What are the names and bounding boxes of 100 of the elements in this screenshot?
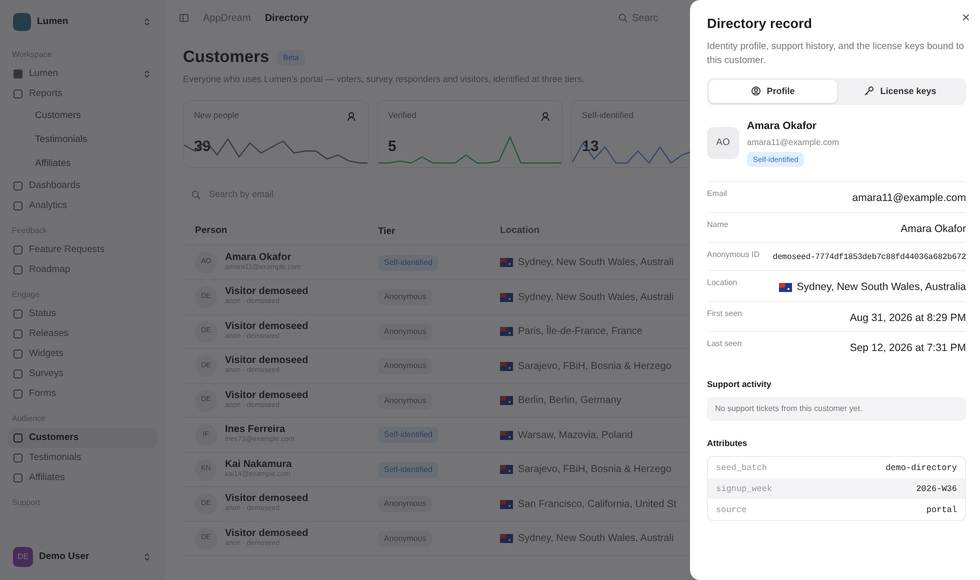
- search-icon: [191, 190, 201, 200]
- field-label: Email: [707, 188, 728, 200]
- stat-label: New people: [194, 109, 239, 122]
- flag-icon: [500, 430, 513, 440]
- field-value: Sep 12, 2026 at 7:31 PM: [850, 341, 966, 356]
- user-avatar: DE: [13, 547, 33, 567]
- nav-item[interactable]: Reports: [8, 84, 157, 104]
- section-heading: Attributes: [707, 436, 748, 450]
- attribute-value: portal: [926, 504, 957, 515]
- location-text: Warsaw, Mazovia, Poland: [518, 428, 633, 443]
- location-text: Sarajevo, FBiH, Bosnia & Herzego: [518, 360, 672, 374]
- field-label: Last seen: [707, 338, 742, 350]
- person-name: Visitor demoseed: [225, 528, 308, 539]
- chevron-updown-icon: [142, 552, 152, 562]
- location-text: Sydney, New South Wales, Australi: [518, 290, 674, 305]
- location-text: Berlin, Berlin, Germany: [518, 394, 622, 408]
- nav-item[interactable]: Surveys: [8, 364, 157, 384]
- attribute-key: signup_week: [716, 482, 772, 494]
- project-switcher[interactable]: Lumen: [8, 64, 157, 84]
- square-icon: [13, 69, 23, 79]
- person-icon: [347, 111, 358, 122]
- column-header: Location: [500, 224, 540, 238]
- tab[interactable]: Profile: [709, 80, 836, 104]
- person-name: Visitor demoseed: [225, 320, 308, 332]
- close-button[interactable]: ×: [960, 8, 972, 26]
- field-value: Sydney, New South Wales, Australia: [796, 280, 966, 295]
- stat-label: Verified: [388, 109, 416, 122]
- flag-icon: [500, 327, 513, 336]
- location-text: San Francisco, California, United St: [518, 498, 676, 512]
- flag-icon: [500, 500, 513, 509]
- nav-item[interactable]: Widgets: [8, 344, 157, 364]
- nav-item[interactable]: Analytics: [8, 196, 157, 216]
- user-name: Demo User: [39, 550, 90, 564]
- sheet-description: Identity profile, support history, and the license keys bound to this customer.: [707, 40, 966, 68]
- person-name: Visitor demoseed: [225, 286, 308, 298]
- key-icon: [864, 86, 874, 96]
- square-outline-icon: [13, 89, 23, 99]
- sidebar-toggle-icon: [179, 13, 189, 23]
- nav-item[interactable]: Forms: [8, 384, 157, 404]
- nav-subitem[interactable]: Customers: [8, 104, 157, 128]
- profile-name: Amara Okafor: [747, 119, 818, 134]
- flag-icon: [500, 258, 513, 268]
- nav-item[interactable]: Status: [8, 304, 157, 324]
- field-value: amara11@example.com: [852, 190, 966, 206]
- field-label: Name: [707, 218, 728, 231]
- team-name: Lumen: [37, 14, 70, 29]
- attribute-key: seed_batch: [716, 462, 768, 473]
- location-text: Paris, Île-de-France, France: [518, 324, 642, 340]
- person-icon: [541, 111, 552, 122]
- flag-icon: [500, 534, 513, 544]
- tier-badge: Self-identified: [378, 254, 438, 271]
- location-text: Sydney, New South Wales, Australi: [518, 256, 674, 270]
- tab[interactable]: License keys: [836, 80, 964, 104]
- page-title: Customers: [183, 48, 270, 68]
- attribute-value: demo-directory: [886, 462, 957, 473]
- person-name: Visitor demoseed: [225, 493, 308, 504]
- field-value: Amara Okafor: [900, 222, 966, 237]
- column-header: Tier: [378, 226, 396, 237]
- nav-item[interactable]: Dashboards: [8, 176, 157, 196]
- field-value: Aug 31, 2026 at 8:29 PM: [850, 310, 966, 326]
- person-name: Ines Ferreira: [225, 424, 286, 436]
- attribute-value: 2026-W36: [916, 482, 957, 494]
- nav-subitem[interactable]: Affiliates: [8, 152, 157, 176]
- flag-icon: [500, 396, 513, 406]
- tier-badge: Self-identified: [378, 427, 438, 444]
- column-header: Person: [195, 224, 228, 238]
- nav-item[interactable]: Customers: [8, 428, 157, 448]
- app-logo: [13, 13, 31, 31]
- team-switcher[interactable]: Lumen: [8, 8, 157, 36]
- person-name: Visitor demoseed: [225, 390, 308, 401]
- location-text: Sydney, New South Wales, Australi: [518, 532, 674, 546]
- field-value: demoseed-7774df1853deb7c88fd44036a682b672: [772, 252, 966, 264]
- nav-item[interactable]: Affiliates: [8, 468, 157, 488]
- field-label: First seen: [707, 308, 742, 320]
- avatar-initials: AO: [707, 127, 739, 160]
- field-label: Location: [707, 276, 738, 289]
- user-menu[interactable]: DE Demo User: [8, 542, 157, 572]
- field-label: Anonymous ID: [707, 249, 760, 262]
- breadcrumb-link[interactable]: Directory: [264, 10, 309, 26]
- attribute-key: source: [716, 504, 747, 515]
- search-icon: [618, 13, 628, 23]
- empty-state-message: No support tickets from this customer yet.: [707, 396, 966, 421]
- nav-subitem[interactable]: Testimonials: [8, 128, 157, 152]
- nav-item[interactable]: Roadmap: [8, 260, 157, 280]
- person-name: Visitor demoseed: [225, 355, 308, 366]
- tier-badge: Self-identified: [378, 462, 438, 478]
- location-text: Sarajevo, FBiH, Bosnia & Herzego: [518, 463, 672, 478]
- section-heading: Support activity: [707, 378, 772, 391]
- person-name: Kai Nakamura: [225, 458, 292, 470]
- stat-label: Self-identified: [582, 109, 634, 122]
- nav-item[interactable]: Testimonials: [8, 448, 157, 468]
- nav-item[interactable]: Releases: [8, 324, 157, 344]
- flag-icon: [500, 292, 513, 302]
- flag-icon: [778, 283, 792, 292]
- flag-icon: [500, 362, 513, 371]
- sheet-title: Directory record: [707, 16, 814, 32]
- chevron-updown-icon: [142, 17, 152, 27]
- nav-item[interactable]: Feature Requests: [8, 240, 157, 260]
- profile-email: amara11@example.com: [747, 136, 840, 149]
- chevron-updown-icon: [142, 69, 152, 79]
